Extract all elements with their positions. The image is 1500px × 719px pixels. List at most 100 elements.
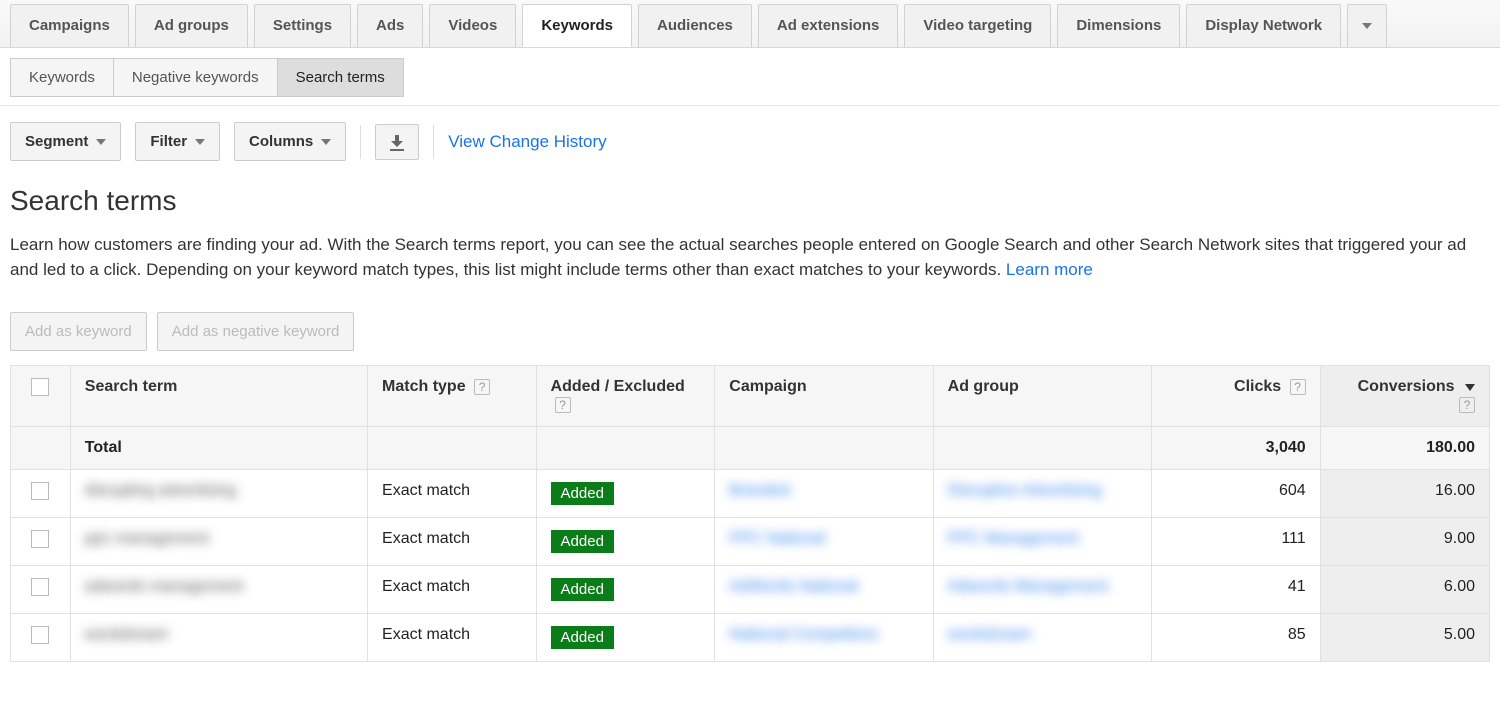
total-row: Total 3,040 180.00 (11, 427, 1490, 470)
sub-tabs: Keywords Negative keywords Search terms (0, 48, 1500, 106)
search-term-blurred: disrupting advertising (85, 482, 236, 499)
col-match-type[interactable]: Match type ? (368, 366, 537, 427)
columns-dropdown[interactable]: Columns (234, 122, 346, 161)
tab-videotargeting[interactable]: Video targeting (904, 4, 1051, 47)
status-badge: Added (551, 626, 614, 649)
total-label: Total (70, 427, 367, 470)
content-area: Search terms Learn how customers are fin… (0, 175, 1500, 662)
add-as-negative-keyword-button[interactable]: Add as negative keyword (157, 312, 355, 351)
search-term-blurred: adwords management (85, 578, 243, 595)
tab-dimensions[interactable]: Dimensions (1057, 4, 1180, 47)
campaign-link-blurred[interactable]: National Competitors (729, 626, 878, 643)
download-button[interactable] (375, 124, 419, 160)
tab-campaigns[interactable]: Campaigns (10, 4, 129, 47)
toolbar: Segment Filter Columns View Change Histo… (0, 116, 1500, 175)
subtab-negative[interactable]: Negative keywords (114, 58, 278, 97)
conversions: 9.00 (1320, 518, 1489, 566)
help-icon[interactable]: ? (1290, 379, 1306, 395)
col-conversions[interactable]: Conversions ? (1320, 366, 1489, 427)
clicks: 111 (1152, 518, 1321, 566)
page-description: Learn how customers are finding your ad.… (10, 233, 1490, 282)
match-type-label: Match type (382, 378, 466, 395)
segment-label: Segment (25, 133, 88, 150)
campaign-link-blurred[interactable]: Branded (729, 482, 790, 499)
table-row: wordstream Exact match Added National Co… (11, 614, 1490, 662)
filter-label: Filter (150, 133, 187, 150)
match-type: Exact match (368, 614, 537, 662)
chevron-down-icon (1362, 23, 1372, 29)
divider (360, 125, 361, 159)
adgroup-link-blurred[interactable]: PPC Management (948, 530, 1079, 547)
clicks-label: Clicks (1234, 378, 1281, 395)
tab-adextensions[interactable]: Ad extensions (758, 4, 899, 47)
match-type: Exact match (368, 470, 537, 518)
table-actions: Add as keyword Add as negative keyword (10, 312, 1490, 351)
table-row: ppc management Exact match Added PPC Nat… (11, 518, 1490, 566)
sort-desc-icon (1465, 384, 1475, 391)
conversions: 6.00 (1320, 566, 1489, 614)
campaign-link-blurred[interactable]: AdWords National (729, 578, 858, 595)
search-term-blurred: wordstream (85, 626, 169, 643)
row-checkbox[interactable] (31, 530, 49, 548)
status-badge: Added (551, 530, 614, 553)
subtab-searchterms[interactable]: Search terms (278, 58, 404, 97)
tab-settings[interactable]: Settings (254, 4, 351, 47)
search-term-blurred: ppc management (85, 530, 209, 547)
match-type: Exact match (368, 518, 537, 566)
chevron-down-icon (321, 139, 331, 145)
divider (433, 125, 434, 159)
row-checkbox[interactable] (31, 482, 49, 500)
col-clicks[interactable]: Clicks ? (1152, 366, 1321, 427)
tab-keywords[interactable]: Keywords (522, 4, 632, 47)
help-icon[interactable]: ? (1459, 397, 1475, 413)
col-select-all (11, 366, 71, 427)
view-change-history-link[interactable]: View Change History (448, 132, 606, 152)
columns-label: Columns (249, 133, 313, 150)
table-row: disrupting advertising Exact match Added… (11, 470, 1490, 518)
clicks: 85 (1152, 614, 1321, 662)
status-badge: Added (551, 578, 614, 601)
adgroup-link-blurred[interactable]: Adwords Management (948, 578, 1108, 595)
tab-displaynetwork[interactable]: Display Network (1186, 4, 1341, 47)
chevron-down-icon (195, 139, 205, 145)
add-as-keyword-button[interactable]: Add as keyword (10, 312, 147, 351)
subtab-keywords[interactable]: Keywords (10, 58, 114, 97)
segment-dropdown[interactable]: Segment (10, 122, 121, 161)
added-excluded-label: Added / Excluded (551, 378, 685, 395)
col-campaign[interactable]: Campaign (715, 366, 933, 427)
conversions: 5.00 (1320, 614, 1489, 662)
conversions: 16.00 (1320, 470, 1489, 518)
total-clicks: 3,040 (1152, 427, 1321, 470)
col-ad-group[interactable]: Ad group (933, 366, 1151, 427)
page-title: Search terms (10, 185, 1490, 217)
tab-ads[interactable]: Ads (357, 4, 423, 47)
row-checkbox[interactable] (31, 578, 49, 596)
status-badge: Added (551, 482, 614, 505)
col-added-excluded[interactable]: Added / Excluded ? (536, 366, 715, 427)
help-icon[interactable]: ? (474, 379, 490, 395)
tab-audiences[interactable]: Audiences (638, 4, 752, 47)
col-search-term[interactable]: Search term (70, 366, 367, 427)
help-icon[interactable]: ? (555, 397, 571, 413)
download-icon (390, 135, 404, 149)
filter-dropdown[interactable]: Filter (135, 122, 220, 161)
search-terms-table: Search term Match type ? Added / Exclude… (10, 365, 1490, 662)
row-checkbox[interactable] (31, 626, 49, 644)
campaign-link-blurred[interactable]: PPC National (729, 530, 825, 547)
tab-adgroups[interactable]: Ad groups (135, 4, 248, 47)
desc-text: Learn how customers are finding your ad.… (10, 235, 1466, 279)
learn-more-link[interactable]: Learn more (1006, 260, 1093, 279)
total-conversions: 180.00 (1320, 427, 1489, 470)
adgroup-link-blurred[interactable]: Disruptive Advertising (948, 482, 1102, 499)
clicks: 41 (1152, 566, 1321, 614)
chevron-down-icon (96, 139, 106, 145)
table-row: adwords management Exact match Added AdW… (11, 566, 1490, 614)
tab-videos[interactable]: Videos (429, 4, 516, 47)
clicks: 604 (1152, 470, 1321, 518)
conversions-label: Conversions (1358, 378, 1455, 395)
tab-more-dropdown[interactable] (1347, 4, 1387, 47)
adgroup-link-blurred[interactable]: wordstream (948, 626, 1032, 643)
main-tabs: Campaigns Ad groups Settings Ads Videos … (0, 0, 1500, 48)
match-type: Exact match (368, 566, 537, 614)
select-all-checkbox[interactable] (31, 378, 49, 396)
